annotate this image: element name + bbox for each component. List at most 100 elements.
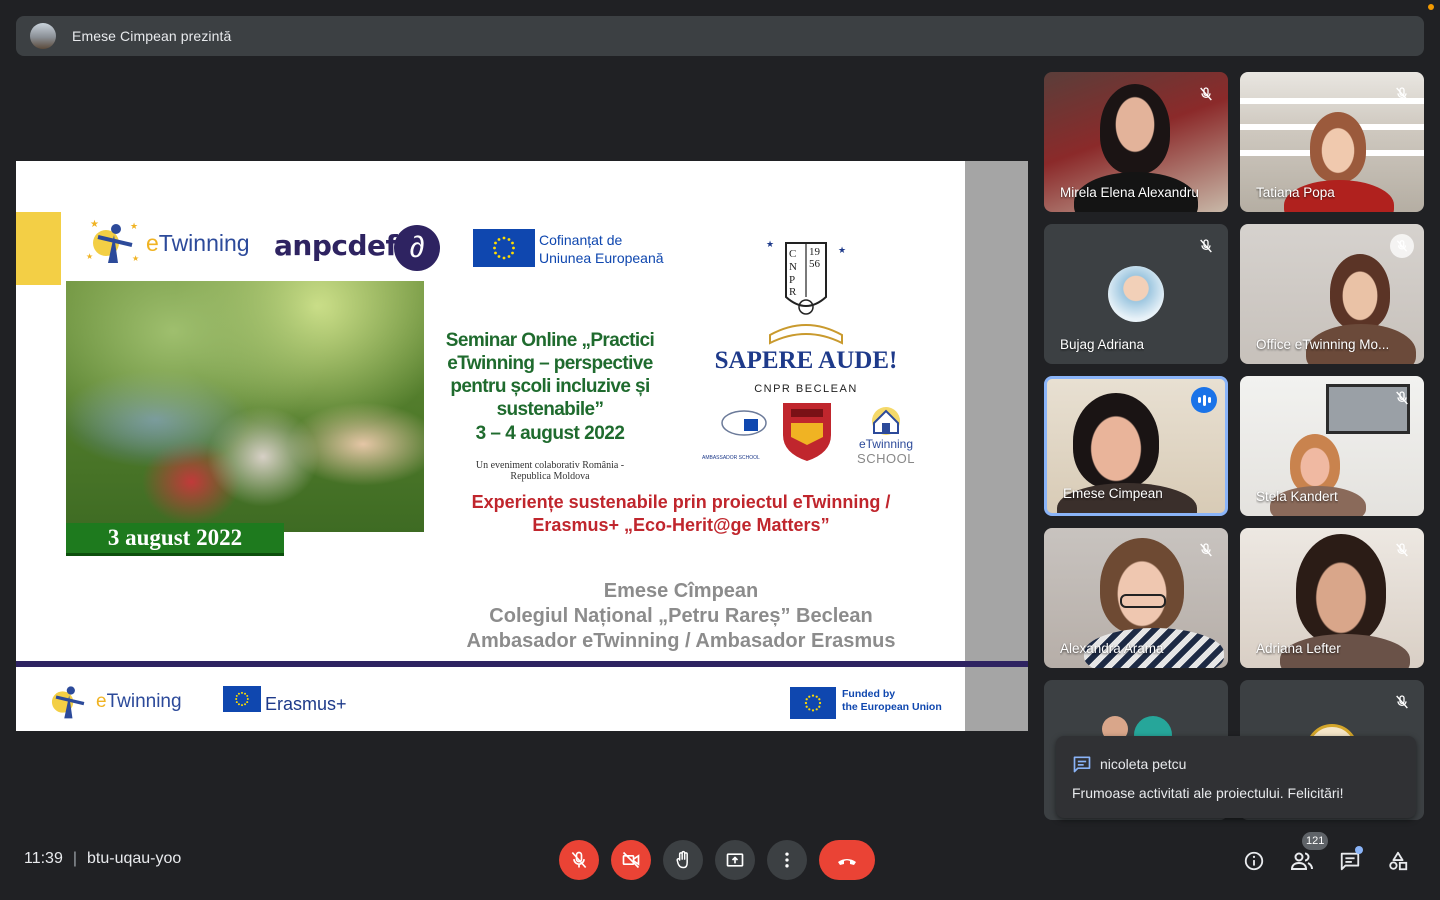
info-icon <box>1244 851 1264 871</box>
hand-icon <box>676 850 688 869</box>
svg-text:C: C <box>789 248 796 260</box>
cofinantat-label: Cofinanțat de Uniunea Europeană <box>539 232 664 266</box>
meeting-time: 11:39 <box>24 850 63 867</box>
participant-name: Mirela Elena Alexandru <box>1060 185 1199 200</box>
activities-icon <box>1389 851 1408 871</box>
svg-text:★: ★ <box>766 239 774 249</box>
present-screen-button[interactable] <box>715 840 755 880</box>
meeting-details-button[interactable] <box>1241 848 1267 874</box>
participant-tile[interactable]: Stela Kandert <box>1240 376 1424 516</box>
presenter-avatar <box>30 23 56 49</box>
microsoft-school-shield-icon <box>783 403 831 461</box>
participant-tile[interactable]: Office eTwinning Mo... <box>1240 224 1424 364</box>
children-photo <box>66 281 424 532</box>
erasmus-flag-icon <box>223 686 261 712</box>
people-button[interactable] <box>1289 848 1315 874</box>
participant-name: Adriana Lefter <box>1256 641 1341 656</box>
author-name: Emese Cîmpean <box>603 580 759 602</box>
mic-off-icon <box>1390 538 1414 562</box>
more-options-button[interactable] <box>767 840 807 880</box>
participant-tile[interactable]: Bujag Adriana <box>1044 224 1228 364</box>
camera-toggle-button[interactable] <box>611 840 651 880</box>
date-banner: 3 august 2022 <box>66 523 284 556</box>
slide-footer-rule <box>16 661 1028 667</box>
speaking-indicator-icon <box>1191 387 1217 413</box>
participant-tile[interactable]: Tatiana Popa <box>1240 72 1424 212</box>
chat-notification[interactable]: nicoleta petcu Frumoase activitati ale p… <box>1056 736 1416 818</box>
microphone-toggle-button[interactable] <box>559 840 599 880</box>
author-role: Ambasador eTwinning / Ambasador Erasmus <box>466 630 896 652</box>
meeting-info-separator: | <box>72 850 78 867</box>
mic-off-icon <box>1194 234 1218 258</box>
mic-off-icon <box>1390 386 1414 410</box>
funded-eu-flag-icon <box>790 687 836 719</box>
anpcdefp-logo-mark: ∂ <box>394 225 440 271</box>
meeting-code: btu-uqau-yoo <box>87 850 182 867</box>
ambassador-school-label: AMBASSADOR SCHOOL <box>702 455 760 461</box>
funded-by-eu-label: Funded by the European Union <box>842 688 942 713</box>
leave-call-button[interactable] <box>819 840 875 880</box>
slide-letterbox <box>965 161 1028 731</box>
mic-off-icon <box>1194 538 1218 562</box>
presentation-slide: ★ ★ ★ ★ eTwinning anpcdefp ∂ Cofinanțat … <box>16 161 965 731</box>
presentation-subtitle: Experiențe sustenabile prin proiectul eT… <box>471 492 891 535</box>
svg-text:R: R <box>789 286 797 298</box>
svg-text:★: ★ <box>86 252 93 261</box>
chat-sender: nicoleta petcu <box>1100 756 1187 772</box>
mic-off-icon <box>1390 690 1414 714</box>
participant-count-badge: 121 <box>1302 832 1329 850</box>
svg-text:★: ★ <box>90 219 99 230</box>
mic-off-icon <box>1194 82 1218 106</box>
participant-tile[interactable]: Mirela Elena Alexandru <box>1044 72 1228 212</box>
participant-tile[interactable]: Alexandra Arama <box>1044 528 1228 668</box>
svg-text:★: ★ <box>132 254 139 263</box>
svg-text:N: N <box>789 261 797 273</box>
svg-text:56: 56 <box>809 258 821 270</box>
footer-etwinning-logo: eTwinning <box>44 679 182 725</box>
school-name: CNPR BECLEAN <box>754 383 858 395</box>
eu-flag-icon <box>473 229 535 267</box>
raise-hand-button[interactable] <box>663 840 703 880</box>
people-icon <box>1290 852 1313 870</box>
activities-button[interactable] <box>1385 848 1411 874</box>
meeting-info: 11:39 | btu-uqau-yoo <box>24 850 181 868</box>
school-motto: SAPERE AUDE! <box>714 347 898 374</box>
slide-accent-block <box>16 212 61 285</box>
seminar-title: Seminar Online „Practici eTwinning – per… <box>445 330 655 420</box>
hangup-icon <box>838 859 856 865</box>
more-vert-icon <box>785 852 789 868</box>
chat-message: Frumoase activitati ale proiectului. Fel… <box>1072 785 1344 801</box>
shared-screen: ★ ★ ★ ★ eTwinning anpcdefp ∂ Cofinanțat … <box>16 161 1028 731</box>
present-icon <box>726 853 744 867</box>
unread-chat-indicator <box>1355 846 1363 854</box>
participant-name: Bujag Adriana <box>1060 337 1145 352</box>
avatar <box>1108 266 1164 322</box>
seminar-subtitle: Un eveniment colaborativ România - Repub… <box>475 460 625 482</box>
participant-name: Emese Cimpean <box>1063 486 1163 501</box>
svg-text:19: 19 <box>809 246 821 258</box>
participant-name: Stela Kandert <box>1256 489 1338 504</box>
participant-name: Office eTwinning Mo... <box>1256 337 1390 352</box>
mic-off-icon <box>1390 82 1414 106</box>
participant-name: Alexandra Arama <box>1060 641 1164 656</box>
etwinning-logo: ★ ★ ★ ★ eTwinning <box>86 219 250 263</box>
chat-message-icon <box>1072 754 1092 779</box>
school-crest-icon: ★ ★ C N P R 19 56 <box>766 239 846 345</box>
svg-text:P: P <box>789 274 795 286</box>
author-block: Emese Cîmpean Colegiul Național „Petru R… <box>436 579 926 654</box>
erasmus-label: Erasmus+ <box>265 694 347 714</box>
recording-indicator <box>1428 4 1434 10</box>
mic-off-icon <box>1390 234 1414 258</box>
svg-text:★: ★ <box>130 221 138 231</box>
author-school: Colegiul Național „Petru Rareș” Beclean <box>489 605 873 627</box>
presenter-banner: Emese Cimpean prezintă <box>16 16 1424 56</box>
etwinning-school-logo: eTwinning SCHOOL <box>854 401 918 466</box>
camera-off-icon <box>622 851 640 869</box>
participant-name: Tatiana Popa <box>1256 185 1335 200</box>
svg-text:★: ★ <box>838 245 846 255</box>
mic-off-icon <box>571 851 587 869</box>
seminar-date: 3 – 4 august 2022 <box>475 423 625 444</box>
presenter-label: Emese Cimpean prezintă <box>72 28 232 44</box>
participant-tile[interactable]: Adriana Lefter <box>1240 528 1424 668</box>
participant-tile-active[interactable]: Emese Cimpean <box>1044 376 1228 516</box>
